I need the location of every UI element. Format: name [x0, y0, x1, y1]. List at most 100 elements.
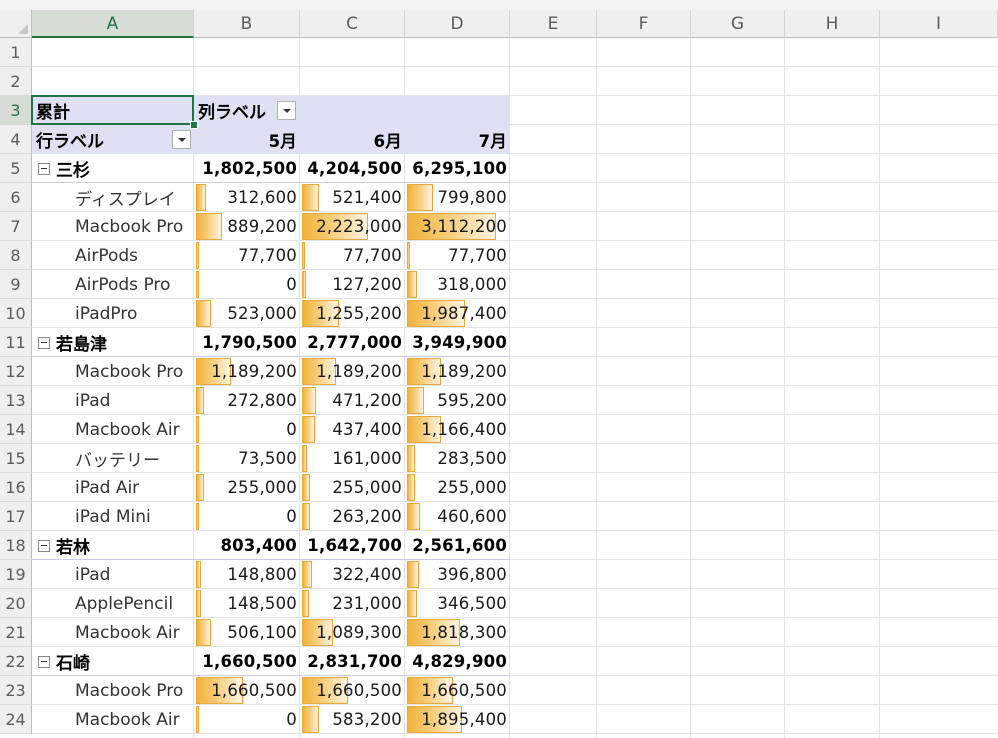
collapse-minus-icon[interactable] [38, 337, 50, 349]
value-cell[interactable]: 161,000 [300, 444, 405, 473]
row-header-17[interactable]: 17 [0, 502, 32, 531]
row-header-5[interactable]: 5 [0, 154, 32, 183]
value-cell[interactable]: 77,700 [194, 241, 300, 270]
item-label[interactable]: iPad [32, 560, 194, 589]
collapse-minus-icon[interactable] [38, 656, 50, 668]
column-header-f[interactable]: F [597, 10, 691, 38]
value-cell[interactable]: 1,255,200 [300, 299, 405, 328]
month-header[interactable]: 7月 [405, 125, 510, 154]
group-total-cell[interactable]: 2,777,000 [300, 328, 405, 357]
item-label[interactable]: Macbook Air [32, 415, 194, 444]
column-header-g[interactable]: G [691, 10, 785, 38]
value-cell[interactable]: 1,895,400 [405, 705, 510, 734]
row-header-22[interactable]: 22 [0, 647, 32, 676]
column-header-h[interactable]: H [785, 10, 880, 38]
item-label[interactable]: iPad Air [32, 473, 194, 502]
value-cell[interactable]: 272,800 [194, 386, 300, 415]
value-cell[interactable]: 312,600 [194, 183, 300, 212]
value-cell[interactable]: 318,000 [405, 270, 510, 299]
value-cell[interactable]: 471,200 [300, 386, 405, 415]
row-header-14[interactable]: 14 [0, 415, 32, 444]
row-filter-dropdown-icon[interactable] [172, 130, 191, 149]
row-header-2[interactable]: 2 [0, 67, 32, 96]
group-total-cell[interactable]: 4,829,900 [405, 647, 510, 676]
value-cell[interactable]: 1,818,300 [405, 618, 510, 647]
item-label[interactable]: iPad Mini [32, 502, 194, 531]
group-total-cell[interactable]: 1,642,700 [300, 531, 405, 560]
row-header-7[interactable]: 7 [0, 212, 32, 241]
item-label[interactable]: ApplePencil [32, 589, 194, 618]
row-header-3[interactable]: 3 [0, 96, 32, 125]
value-cell[interactable]: 255,000 [405, 473, 510, 502]
value-cell[interactable]: 1,987,400 [405, 299, 510, 328]
group-label[interactable]: 石崎 [32, 647, 194, 676]
value-cell[interactable]: 73,500 [194, 444, 300, 473]
item-label[interactable]: Macbook Pro [32, 676, 194, 705]
column-header-d[interactable]: D [405, 10, 510, 38]
value-field-label[interactable]: 累計 [32, 96, 194, 125]
group-total-cell[interactable]: 803,400 [194, 531, 300, 560]
group-total-cell[interactable]: 3,949,900 [405, 328, 510, 357]
item-label[interactable]: ディスプレイ [32, 183, 194, 212]
value-cell[interactable]: 523,000 [194, 299, 300, 328]
value-cell[interactable]: 506,100 [194, 618, 300, 647]
group-total-cell[interactable]: 2,831,700 [300, 647, 405, 676]
item-label[interactable]: AirPods [32, 241, 194, 270]
column-header-i[interactable]: I [880, 10, 998, 38]
item-label[interactable]: バッテリー [32, 444, 194, 473]
row-header-10[interactable]: 10 [0, 299, 32, 328]
group-label[interactable]: 三杉 [32, 154, 194, 183]
group-label[interactable]: 若林 [32, 531, 194, 560]
row-header-1[interactable]: 1 [0, 38, 32, 67]
value-cell[interactable]: 3,112,200 [405, 212, 510, 241]
group-total-cell[interactable]: 4,204,500 [300, 154, 405, 183]
value-cell[interactable]: 231,000 [300, 589, 405, 618]
row-header-18[interactable]: 18 [0, 531, 32, 560]
value-cell[interactable]: 0 [194, 502, 300, 531]
column-header-b[interactable]: B [194, 10, 300, 38]
value-cell[interactable]: 346,500 [405, 589, 510, 618]
month-header[interactable]: 6月 [300, 125, 405, 154]
row-header-4[interactable]: 4 [0, 125, 32, 154]
group-total-cell[interactable]: 2,561,600 [405, 531, 510, 560]
row-header-15[interactable]: 15 [0, 444, 32, 473]
value-cell[interactable]: 396,800 [405, 560, 510, 589]
value-cell[interactable]: 1,660,500 [194, 676, 300, 705]
value-cell[interactable]: 1,660,500 [405, 676, 510, 705]
item-label[interactable]: AirPods Pro [32, 270, 194, 299]
column-header-a[interactable]: A [32, 10, 194, 38]
value-cell[interactable]: 1,166,400 [405, 415, 510, 444]
column-header-c[interactable]: C [300, 10, 405, 38]
row-header-23[interactable]: 23 [0, 676, 32, 705]
value-cell[interactable]: 148,800 [194, 560, 300, 589]
item-label[interactable]: iPad [32, 386, 194, 415]
row-header-11[interactable]: 11 [0, 328, 32, 357]
fill-handle[interactable] [190, 121, 198, 129]
group-total-cell[interactable]: 1,660,500 [194, 647, 300, 676]
row-labels-header[interactable]: 行ラベル [32, 125, 194, 154]
value-cell[interactable]: 1,189,200 [405, 357, 510, 386]
group-label[interactable]: 若島津 [32, 328, 194, 357]
row-header-19[interactable]: 19 [0, 560, 32, 589]
select-all-button[interactable] [0, 10, 32, 38]
value-cell[interactable]: 322,400 [300, 560, 405, 589]
value-cell[interactable]: 521,400 [300, 183, 405, 212]
group-total-cell[interactable]: 6,295,100 [405, 154, 510, 183]
value-cell[interactable]: 77,700 [300, 241, 405, 270]
item-label[interactable]: Macbook Air [32, 618, 194, 647]
month-header[interactable]: 5月 [194, 125, 300, 154]
value-cell[interactable]: 255,000 [194, 473, 300, 502]
row-header-9[interactable]: 9 [0, 270, 32, 299]
column-header-e[interactable]: E [510, 10, 597, 38]
row-header-13[interactable]: 13 [0, 386, 32, 415]
value-cell[interactable]: 127,200 [300, 270, 405, 299]
row-header-6[interactable]: 6 [0, 183, 32, 212]
value-cell[interactable]: 889,200 [194, 212, 300, 241]
value-cell[interactable]: 283,500 [405, 444, 510, 473]
value-cell[interactable]: 460,600 [405, 502, 510, 531]
row-header-21[interactable]: 21 [0, 618, 32, 647]
value-cell[interactable]: 1,089,300 [300, 618, 405, 647]
row-header-12[interactable]: 12 [0, 357, 32, 386]
item-label[interactable]: Macbook Air [32, 705, 194, 734]
row-header-20[interactable]: 20 [0, 589, 32, 618]
